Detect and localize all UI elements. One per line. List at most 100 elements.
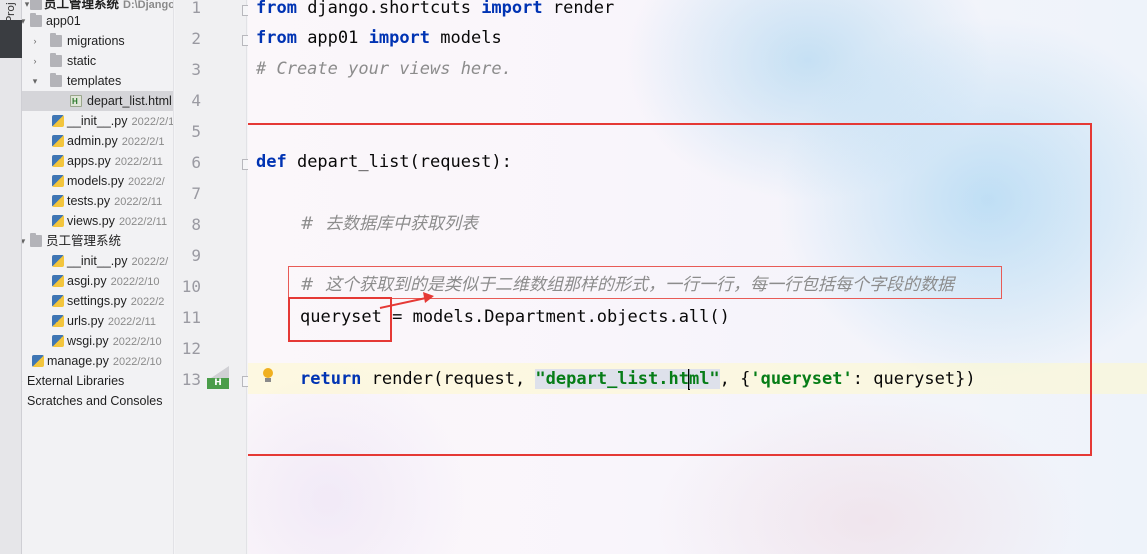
- tree-item-meta: 2022/2/10: [110, 276, 160, 288]
- folder-icon: [50, 53, 62, 67]
- tree-item-models-py[interactable]: models.py 2022/2/: [22, 171, 173, 191]
- tree-item-tests-py[interactable]: tests.py 2022/2/11: [22, 191, 173, 211]
- chevron-right-icon[interactable]: ›: [30, 51, 40, 71]
- tree-item-meta: 2022/2/1: [131, 116, 174, 128]
- annotation-box-queryset: [288, 297, 392, 342]
- tree-item-label: 员工管理系统: [46, 234, 122, 248]
- line-number: 6: [191, 153, 201, 172]
- tree-item-meta: 2022/2/11: [118, 216, 168, 228]
- tree-item-views-py[interactable]: views.py 2022/2/11: [22, 211, 173, 231]
- code-text: django.shortcuts: [296, 0, 482, 18]
- tree-item-label: apps.py: [67, 154, 111, 168]
- python-file-icon: [52, 315, 64, 327]
- keyword: import: [481, 0, 543, 18]
- tree-item-label: admin.py: [67, 134, 118, 148]
- tree-item-meta: 2022/2/10: [112, 356, 162, 368]
- tree-item-meta: 2022/2/1: [121, 136, 165, 148]
- python-file-icon: [52, 275, 64, 287]
- tree-item-label: asgi.py: [67, 274, 107, 288]
- tree-item-label: manage.py: [47, 354, 109, 368]
- tree-item-static[interactable]: › static: [22, 51, 173, 71]
- tree-item-external-libraries[interactable]: › External Libraries: [22, 371, 173, 391]
- python-file-icon: [52, 255, 64, 267]
- tree-item-apps-py[interactable]: apps.py 2022/2/11: [22, 151, 173, 171]
- line-number: 10: [181, 277, 201, 296]
- code-text: render: [542, 0, 615, 18]
- line-number: 3: [191, 60, 201, 79]
- tool-window-strip: Proj: [0, 0, 28, 554]
- tree-item-meta: D:\Django\: [123, 0, 174, 11]
- keyword: import: [368, 28, 431, 48]
- html-run-icon-top: [211, 366, 229, 378]
- tree-item-label: models.py: [67, 174, 124, 188]
- folder-icon: [50, 33, 62, 47]
- code-line-3: # Create your views here.: [256, 59, 512, 79]
- tree-item-label: templates: [67, 74, 122, 88]
- code-text: app01: [296, 28, 369, 48]
- python-file-icon: [52, 175, 64, 187]
- line-number: 9: [191, 246, 201, 265]
- folder-icon: [30, 13, 42, 27]
- code-line-1: from django.shortcuts import render: [256, 0, 614, 21]
- tree-item-meta: 2022/2/: [127, 176, 165, 188]
- tree-item-label: 员工管理系统: [44, 0, 120, 11]
- tree-item-label: __init__.py: [67, 114, 128, 128]
- python-file-icon: [52, 215, 64, 227]
- tree-item-label: urls.py: [67, 314, 104, 328]
- chevron-down-icon[interactable]: ▾: [22, 231, 28, 251]
- code-text: models: [430, 28, 502, 48]
- chevron-down-icon[interactable]: ▾: [30, 71, 40, 91]
- tree-item-meta: 2022/2/: [131, 256, 169, 268]
- tree-item-scratches[interactable]: Scratches and Consoles: [22, 391, 173, 411]
- chevron-down-icon[interactable]: ▾: [22, 11, 28, 31]
- html-run-icon[interactable]: H: [207, 366, 229, 390]
- keyword: from: [256, 0, 297, 18]
- tree-item-label: app01: [46, 14, 81, 28]
- python-file-icon: [52, 135, 64, 147]
- tree-item-depart-list-html[interactable]: depart_list.html: [22, 91, 173, 112]
- tree-item-templates[interactable]: ▾ templates: [22, 71, 173, 91]
- tree-item-pkg-init-py[interactable]: __init__.py 2022/2/: [22, 251, 173, 271]
- project-tree: ▾ 员工管理系统D:\Django\ ▾ app01 › migrations …: [22, 0, 174, 554]
- keyword: from: [256, 28, 297, 48]
- python-file-icon: [52, 115, 64, 127]
- tree-item-meta: 2022/2/11: [107, 316, 156, 328]
- tree-item-label: depart_list.html: [87, 94, 172, 108]
- line-number: 13: [181, 370, 201, 389]
- tree-item-app01[interactable]: ▾ app01: [22, 11, 173, 31]
- python-file-icon: [52, 195, 64, 207]
- tree-item-init-py[interactable]: __init__.py 2022/2/1: [22, 111, 173, 131]
- folder-icon: [30, 0, 42, 10]
- tree-item-label: tests.py: [67, 194, 111, 208]
- python-file-icon: [32, 355, 44, 367]
- tree-item-meta: 2022/2/10: [112, 336, 162, 348]
- python-file-icon: [52, 335, 64, 347]
- line-number: 11: [181, 308, 201, 327]
- tree-item-label: wsgi.py: [67, 334, 109, 348]
- line-number: 7: [191, 184, 201, 203]
- tree-item-label: __init__.py: [67, 254, 128, 268]
- tree-item-label: static: [67, 54, 97, 68]
- tree-item-meta: 2022/2: [130, 296, 165, 308]
- tree-item-manage-py[interactable]: manage.py 2022/2/10: [22, 351, 173, 371]
- folder-icon: [30, 233, 42, 247]
- python-file-icon: [52, 295, 64, 307]
- tree-item-settings-py[interactable]: settings.py 2022/2: [22, 291, 173, 311]
- tree-item-wsgi-py[interactable]: wsgi.py 2022/2/10: [22, 331, 173, 351]
- chevron-right-icon[interactable]: ›: [22, 371, 26, 391]
- tree-item-project-package[interactable]: ▾ 员工管理系统: [22, 231, 173, 251]
- html-file-icon: [70, 92, 82, 112]
- html-run-icon-badge: H: [207, 378, 229, 389]
- line-number: 2: [191, 29, 201, 48]
- code-editor[interactable]: from django.shortcuts import render from…: [248, 0, 1147, 554]
- line-number: 5: [191, 122, 201, 141]
- tree-item-asgi-py[interactable]: asgi.py 2022/2/10: [22, 271, 173, 291]
- code-line-2: from app01 import models: [256, 25, 502, 51]
- tree-item-urls-py[interactable]: urls.py 2022/2/11: [22, 311, 173, 331]
- tree-item-label: views.py: [67, 214, 115, 228]
- tree-item-admin-py[interactable]: admin.py 2022/2/1: [22, 131, 173, 151]
- tree-item-label: migrations: [67, 34, 125, 48]
- line-number: 8: [191, 215, 201, 234]
- tree-item-migrations[interactable]: › migrations: [22, 31, 173, 51]
- chevron-right-icon[interactable]: ›: [30, 31, 40, 51]
